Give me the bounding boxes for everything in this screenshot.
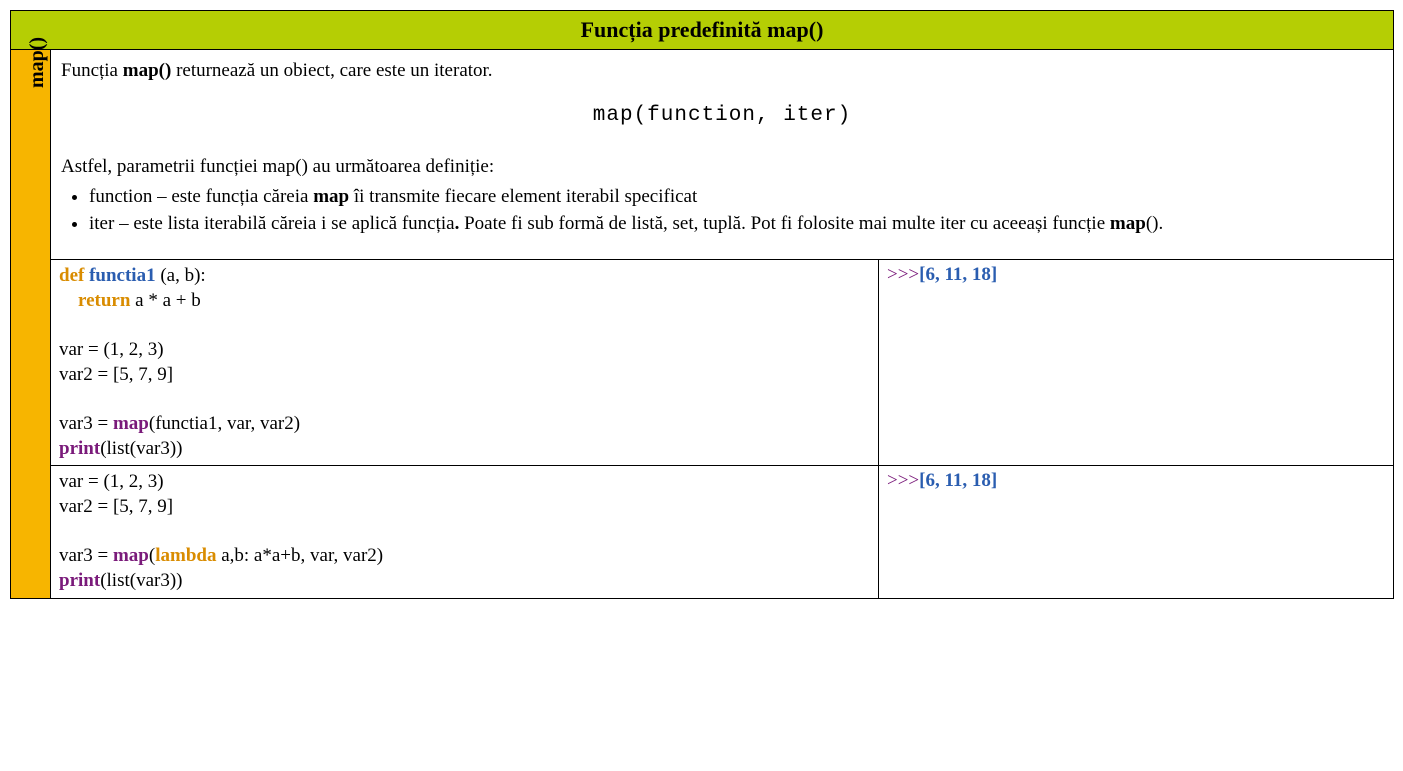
ex1-l5: var2 = [5, 7, 9]	[59, 364, 173, 385]
p2-post1: Poate fi sub formă de listă, set, tuplă.…	[459, 213, 1110, 234]
ex1-fnname: functia1	[89, 265, 156, 286]
param-iter: iter – este lista iterabilă căreia i se …	[89, 211, 1383, 237]
params-intro: Astfel, parametrii funcției map() au urm…	[61, 154, 1383, 180]
ex1-args: (a, b):	[156, 265, 206, 286]
ex1-def: def	[59, 265, 84, 286]
side-label-cell: map()	[11, 50, 51, 599]
ex1-l4: var = (1, 2, 3)	[59, 339, 164, 360]
example2-output: >>>[6, 11, 18]	[879, 466, 1394, 598]
header-title: Funcția predefinită map()	[581, 17, 824, 42]
ex1-l7map: map	[113, 413, 149, 434]
param-function: function – este funcția căreia map îi tr…	[89, 184, 1383, 210]
intro-post: returnează un obiect, care este un itera…	[171, 60, 492, 81]
example1-code: def functia1 (a, b): return a * a + b va…	[51, 259, 879, 466]
side-label: map()	[26, 37, 49, 88]
ex1-prompt: >>>	[887, 264, 919, 285]
ex1-outval: [6, 11, 18]	[919, 264, 997, 285]
table-header: Funcția predefinită map()	[11, 11, 1394, 50]
ex2-l1: var = (1, 2, 3)	[59, 471, 164, 492]
ex1-l7pre: var3 =	[59, 413, 113, 434]
ex2-l2: var2 = [5, 7, 9]	[59, 496, 173, 517]
ex2-l5rest: (list(var3))	[100, 570, 182, 591]
p1-post: îi transmite fiecare element iterabil sp…	[349, 186, 697, 207]
ex1-print: print	[59, 438, 100, 459]
ex2-l4map: map	[113, 545, 149, 566]
ex2-lambda: lambda	[155, 545, 216, 566]
example2-code: var = (1, 2, 3) var2 = [5, 7, 9] var3 = …	[51, 466, 879, 598]
ex2-print: print	[59, 570, 100, 591]
ex2-l4pre: var3 =	[59, 545, 113, 566]
params-list: function – este funcția căreia map îi tr…	[89, 184, 1383, 237]
ex1-l8rest: (list(var3))	[100, 438, 182, 459]
p2-post2: ().	[1146, 213, 1163, 234]
example1-output: >>>[6, 11, 18]	[879, 259, 1394, 466]
ex2-prompt: >>>	[887, 470, 919, 491]
intro-line: Funcția map() returnează un obiect, care…	[61, 58, 1383, 84]
ex2-outval: [6, 11, 18]	[919, 470, 997, 491]
ex1-l7rest: (functia1, var, var2)	[149, 413, 300, 434]
ex1-indent	[59, 290, 78, 311]
p1-pre: function – este funcția căreia	[89, 186, 313, 207]
ex1-return: return	[78, 290, 130, 311]
description-cell: Funcția map() returnează un obiect, care…	[51, 50, 1394, 260]
intro-bold: map()	[123, 60, 172, 81]
intro-pre: Funcția	[61, 60, 123, 81]
p2-pre: iter – este lista iterabilă căreia i se …	[89, 213, 455, 234]
p1-bold: map	[313, 186, 349, 207]
ex2-l4rest: a,b: a*a+b, var, var2)	[216, 545, 383, 566]
doc-table: Funcția predefinită map() map() Funcția …	[10, 10, 1394, 599]
ex1-l2rest: a * a + b	[130, 290, 200, 311]
p2-bold2: map	[1110, 213, 1146, 234]
syntax-line: map(function, iter)	[61, 102, 1383, 130]
